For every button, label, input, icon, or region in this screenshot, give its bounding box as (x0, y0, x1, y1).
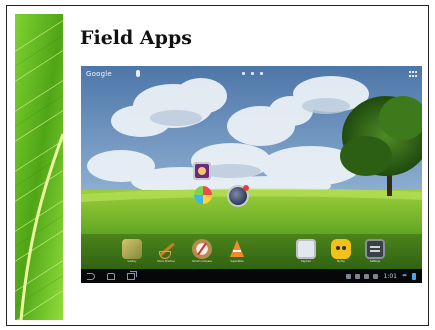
shortcut-dot-icon[interactable] (241, 72, 245, 75)
dock-item-settings[interactable]: Settings (364, 239, 386, 263)
dock-label: Capture (301, 260, 311, 263)
clock: 1:01 (383, 272, 397, 280)
notification-icon (354, 273, 360, 279)
dock-item-gallery[interactable]: Gallery (121, 239, 143, 263)
dock-label: Smart Compass (192, 260, 212, 263)
tablet-screenshot: Google Gallery Stock Practice Smart Comp… (81, 66, 422, 283)
back-icon[interactable] (87, 272, 95, 280)
shortcut-dot-icon[interactable] (250, 72, 254, 75)
dock-label: MyToy (337, 260, 345, 263)
supernote-icon (227, 239, 247, 259)
shortcut-dot-icon[interactable] (259, 72, 263, 75)
dock-item-mytoy[interactable]: MyToy (330, 239, 352, 263)
mic-icon[interactable] (135, 70, 140, 77)
globe-app-icon[interactable] (229, 185, 249, 205)
home-icon[interactable] (107, 272, 115, 280)
notification-icon (363, 273, 369, 279)
navigation-bar: 1:01 (81, 269, 422, 283)
notification-icon (345, 273, 351, 279)
purple-app-icon[interactable] (193, 162, 211, 180)
stock-icon (156, 239, 176, 259)
google-search-label[interactable]: Google (86, 70, 112, 78)
leaf-image (15, 14, 63, 320)
dock-item-stock[interactable]: Stock Practice (155, 239, 177, 263)
capture-icon (296, 239, 316, 259)
dock-item-capture[interactable]: Capture (295, 239, 317, 263)
dock-item-compass[interactable]: Smart Compass (191, 239, 213, 263)
dock-label: SuperNote (230, 260, 244, 263)
gallery-icon (122, 239, 142, 259)
apps-grid-icon[interactable] (409, 70, 417, 77)
system-tray[interactable]: 1:01 (345, 272, 416, 280)
mytoy-icon (331, 239, 351, 259)
top-shortcuts (241, 72, 263, 75)
status-bar: Google (81, 66, 422, 81)
battery-icon (412, 272, 416, 280)
dock-label: Stock Practice (157, 260, 175, 263)
pinwheel-app-icon[interactable] (194, 186, 212, 204)
dock-label: Settings (369, 260, 381, 263)
notification-icon (372, 273, 378, 279)
wifi-icon (401, 273, 408, 279)
recent-apps-icon[interactable] (127, 270, 137, 280)
compass-icon (192, 239, 212, 259)
dock-item-supernote[interactable]: SuperNote (226, 239, 248, 263)
dock-label: Gallery (127, 260, 137, 263)
slide-title: Field Apps (80, 27, 192, 49)
settings-icon (365, 239, 385, 259)
